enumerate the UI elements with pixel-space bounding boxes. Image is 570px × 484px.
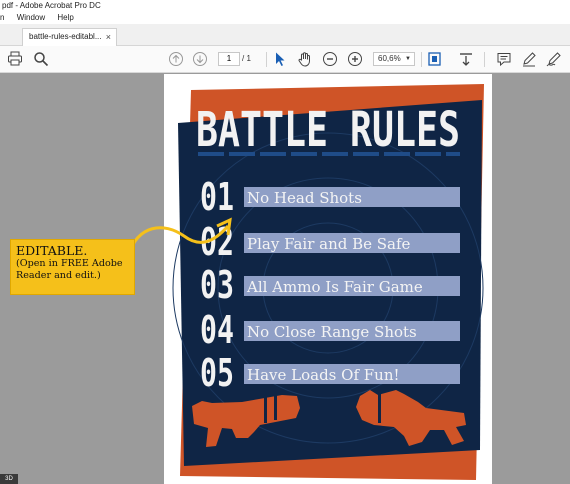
- rule-text: Have Loads Of Fun!: [247, 366, 400, 384]
- menu-item-help[interactable]: Help: [57, 12, 73, 24]
- rule-text: Play Fair and Be Safe: [247, 235, 411, 253]
- callout-heading: EDITABLE.: [16, 243, 88, 258]
- rule-number: 05: [200, 351, 234, 395]
- select-icon[interactable]: [272, 51, 288, 67]
- next-page-icon[interactable]: [192, 51, 208, 67]
- hand-icon[interactable]: [297, 51, 313, 67]
- tab-close-icon[interactable]: ×: [106, 29, 111, 45]
- search-icon[interactable]: [33, 51, 49, 67]
- page-number-input[interactable]: 1: [218, 52, 240, 66]
- rule-number: 04: [200, 308, 234, 352]
- battle-rules-poster: BATTLE RULES 01 No Head Shots 02 Play Fa…: [172, 84, 484, 480]
- callout-line-1: (Open in FREE Adobe: [16, 258, 123, 269]
- print-icon[interactable]: [7, 51, 23, 67]
- tab-label: battle-rules-editabl...: [29, 32, 102, 41]
- zoom-value: 60,6%: [378, 54, 401, 63]
- title-underline-dashes: [198, 152, 460, 156]
- document-tab[interactable]: battle-rules-editabl... ×: [22, 28, 117, 46]
- document-workspace[interactable]: BATTLE RULES 01 No Head Shots 02 Play Fa…: [0, 74, 570, 484]
- editable-callout: EDITABLE. (Open in FREE Adobe Reader and…: [10, 239, 135, 295]
- comment-icon[interactable]: [496, 51, 512, 67]
- rule-text: No Head Shots: [247, 189, 362, 207]
- sign-icon[interactable]: [546, 51, 562, 67]
- chevron-down-icon: ▼: [405, 56, 411, 62]
- prev-page-icon[interactable]: [168, 51, 184, 67]
- rule-text: No Close Range Shots: [247, 323, 417, 341]
- scroll-icon[interactable]: [458, 51, 474, 67]
- callout-arrow-icon: [126, 217, 232, 257]
- page-total: / 1: [242, 54, 251, 63]
- pdf-page: BATTLE RULES 01 No Head Shots 02 Play Fa…: [164, 74, 492, 484]
- toolbar-divider: [421, 52, 422, 67]
- callout-line-2: Reader and edit.): [16, 270, 101, 281]
- menu-item-view[interactable]: n: [0, 12, 4, 24]
- zoom-out-icon[interactable]: [322, 51, 338, 67]
- corner-badge: 3D: [0, 474, 18, 484]
- toolbar: 1 / 1 60,6% ▼: [0, 46, 570, 73]
- document-tab-bar: battle-rules-editabl... ×: [0, 24, 570, 46]
- window-title: pdf - Adobe Acrobat Pro DC: [0, 0, 570, 12]
- menu-item-window[interactable]: Window: [17, 12, 45, 24]
- zoom-in-icon[interactable]: [347, 51, 363, 67]
- rule-number: 01: [200, 175, 234, 219]
- toolbar-divider: [266, 52, 267, 67]
- poster-title: BATTLE RULES: [196, 102, 460, 158]
- pen-icon[interactable]: [521, 51, 537, 67]
- menu-bar: n Window Help: [0, 12, 570, 24]
- fit-icon[interactable]: [427, 51, 443, 67]
- rule-text: All Ammo Is Fair Game: [246, 278, 423, 296]
- zoom-select[interactable]: 60,6% ▼: [373, 52, 415, 66]
- toolbar-divider: [484, 52, 485, 67]
